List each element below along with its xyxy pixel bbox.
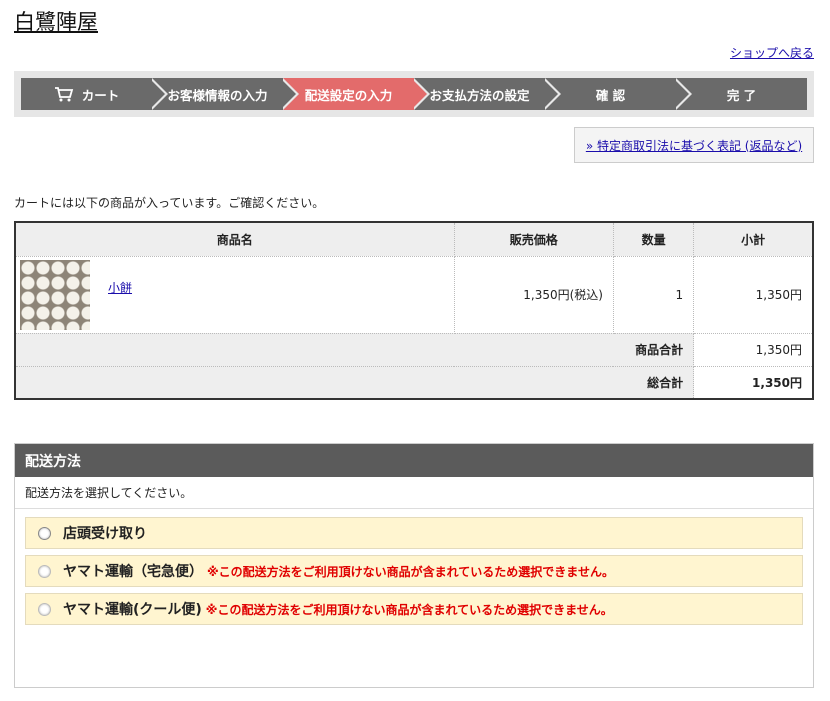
radio-store-pickup[interactable] — [38, 526, 51, 540]
product-subtotal: 1,350円 — [693, 255, 814, 334]
product-price: 1,350円(税込) — [453, 255, 614, 334]
step-label: お客様情報の入力 — [167, 87, 268, 103]
step-label: 完 了 — [726, 87, 757, 103]
step-label: お支払方法の設定 — [429, 87, 530, 103]
cart-icon — [54, 87, 73, 102]
cart-header-row: 商品名 販売価格 数量 小計 — [14, 221, 814, 257]
option-label: ヤマト運輸(クール便) — [63, 602, 202, 618]
shop-title[interactable]: 白鷺陣屋 — [14, 6, 98, 36]
col-qty: 数量 — [612, 221, 695, 257]
grand-total-value: 1,350円 — [693, 365, 814, 400]
grand-total-row: 総合計 1,350円 — [14, 365, 814, 400]
step-delivery: 配送設定の入力 — [283, 78, 430, 110]
col-price: 販売価格 — [453, 221, 614, 257]
product-link[interactable]: 小餅 — [108, 279, 132, 296]
product-total-row: 商品合計 1,350円 — [14, 332, 814, 367]
cart-table: 商品名 販売価格 数量 小計 小餅 1,350円(税込) 1 1,350円 商品… — [14, 221, 814, 400]
delivery-option-yamato-cool: ヤマト運輸(クール便) ※この配送方法をご利用頂けない商品が含まれているため選択… — [25, 593, 803, 625]
step-payment: お支払方法の設定 — [414, 78, 561, 110]
option-warning: ※この配送方法をご利用頂けない商品が含まれているため選択できません。 — [207, 564, 614, 579]
step-confirm: 確 認 — [545, 78, 692, 110]
delivery-title: 配送方法 — [15, 444, 813, 477]
product-total-label: 商品合計 — [14, 332, 695, 367]
cart-intro-text: カートには以下の商品が入っています。ご確認ください。 — [14, 196, 325, 210]
legal-notice-box: » 特定商取引法に基づく表記 (返品など) — [574, 127, 814, 163]
checkout-steps: カート お客様情報の入力 配送設定の入力 お支払方法の設定 確 認 完 了 — [14, 71, 814, 117]
col-product: 商品名 — [14, 221, 455, 257]
product-total-value: 1,350円 — [693, 332, 814, 367]
step-complete: 完 了 — [676, 78, 807, 110]
delivery-option-store-pickup[interactable]: 店頭受け取り — [25, 517, 803, 549]
radio-yamato-takkyubin — [38, 564, 51, 578]
table-row: 小餅 1,350円(税込) 1 1,350円 — [14, 255, 814, 334]
delivery-note: 配送方法を選択してください。 — [15, 477, 813, 509]
option-warning: ※この配送方法をご利用頂けない商品が含まれているため選択できません。 — [205, 602, 613, 617]
delivery-option-yamato-takkyubin: ヤマト運輸（宅急便） ※この配送方法をご利用頂けない商品が含まれているため選択で… — [25, 555, 803, 587]
back-to-shop-link[interactable]: ショップへ戻る — [730, 44, 814, 61]
option-label: ヤマト運輸（宅急便） — [63, 564, 203, 580]
product-thumbnail[interactable] — [20, 259, 90, 330]
step-customer-info: お客様情報の入力 — [152, 78, 299, 110]
legal-notice-link[interactable]: » 特定商取引法に基づく表記 (返品など) — [586, 137, 802, 154]
step-label: 配送設定の入力 — [304, 87, 393, 103]
radio-yamato-cool — [38, 602, 51, 616]
step-label: カート — [81, 87, 120, 103]
grand-total-label: 総合計 — [14, 365, 695, 400]
step-label: 確 認 — [595, 87, 626, 103]
option-label: 店頭受け取り — [63, 526, 147, 542]
step-cart: カート — [21, 78, 168, 110]
delivery-section: 配送方法 配送方法を選択してください。 店頭受け取り ヤマト運輸（宅急便） ※こ… — [14, 443, 814, 688]
col-subtotal: 小計 — [693, 221, 814, 257]
product-cell: 小餅 — [14, 255, 455, 334]
product-qty: 1 — [612, 255, 695, 334]
